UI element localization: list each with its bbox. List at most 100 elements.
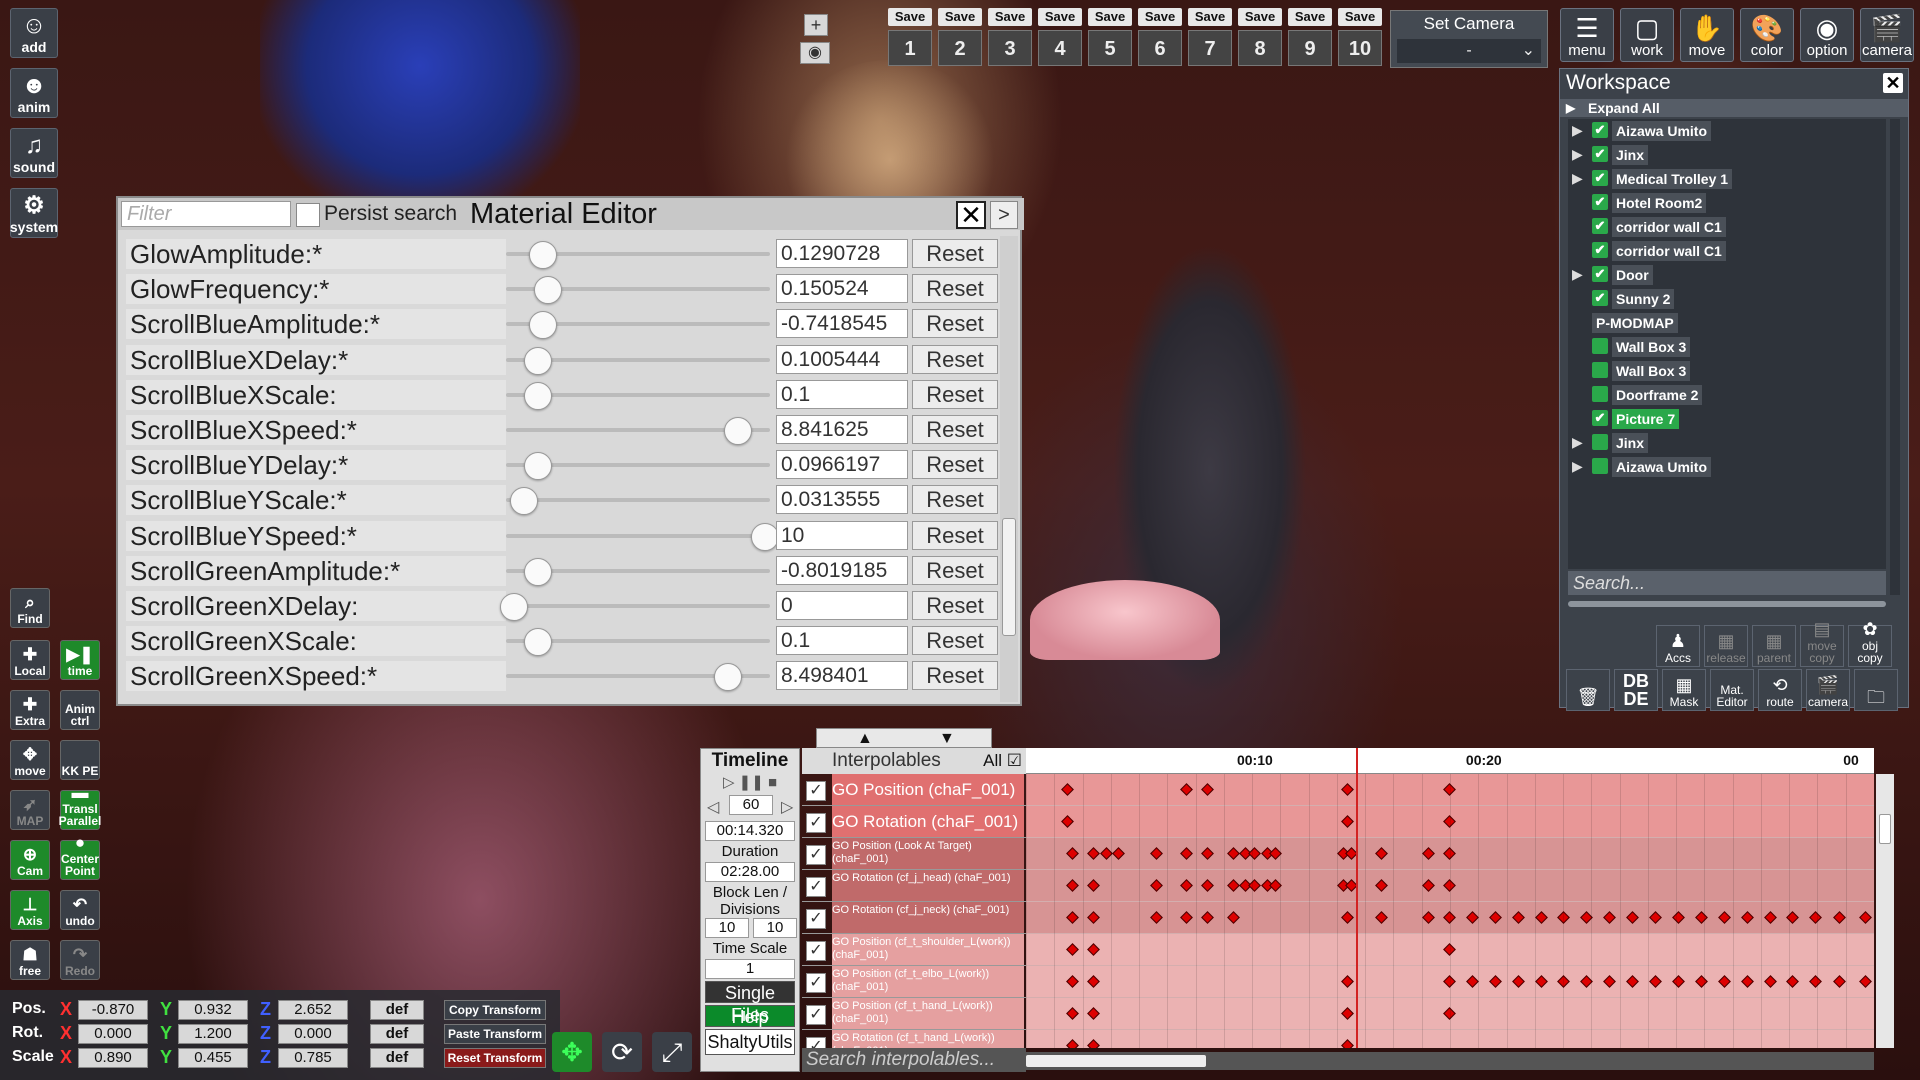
reset-transform-button[interactable]: Reset Transform: [444, 1048, 546, 1068]
workspace-tree-item[interactable]: ▶ ✔ Jinx: [1568, 143, 1886, 167]
tree-item-label[interactable]: corridor wall C1: [1612, 241, 1726, 261]
timeline-vscroll-thumb[interactable]: [1879, 814, 1891, 844]
workspace-hscrollbar[interactable]: [1568, 601, 1886, 607]
set-camera-panel[interactable]: Set Camera - ⌄: [1390, 10, 1548, 68]
visibility-checkbox[interactable]: ✔: [1592, 290, 1608, 306]
accs-button[interactable]: ♟ Accs: [1656, 625, 1700, 667]
workspace-tree-item[interactable]: ✔ Hotel Room2: [1568, 191, 1886, 215]
property-reset-button[interactable]: Reset: [912, 274, 998, 304]
mat-editor-button[interactable]: Mat. Editor: [1710, 669, 1754, 711]
tool-anim-ctrl-button[interactable]: Anim ctrl: [60, 690, 100, 730]
workspace-tree-item[interactable]: P-MODMAP: [1568, 311, 1886, 335]
single-files-button[interactable]: Single Files: [705, 981, 795, 1025]
workspace-tree-item[interactable]: ✔ Sunny 2: [1568, 287, 1886, 311]
save-button[interactable]: Save: [1338, 8, 1382, 26]
pause-icon[interactable]: ❚❚: [739, 774, 764, 791]
property-reset-button[interactable]: Reset: [912, 555, 998, 585]
tool-time-button[interactable]: ▶❚ time: [60, 640, 100, 680]
visibility-checkbox[interactable]: ✔: [1592, 266, 1608, 282]
tool-local-button[interactable]: ✚ Local: [10, 640, 50, 680]
timeline-hscroll-thumb[interactable]: [1026, 1055, 1206, 1067]
release-button[interactable]: ▦ release: [1704, 625, 1748, 667]
expand-arrow-icon[interactable]: ▶: [1572, 434, 1583, 451]
property-reset-button[interactable]: Reset: [912, 485, 998, 515]
interpolable-row[interactable]: ✓ GO Position (cf_t_shoulder_L(work)) (ch…: [802, 934, 1026, 966]
tool-undo-button[interactable]: ↶ undo: [60, 890, 100, 930]
camera-button[interactable]: 🎬 camera: [1806, 669, 1850, 711]
tool-map-button[interactable]: ➶ MAP: [10, 790, 50, 830]
paste-transform-button[interactable]: Paste Transform: [444, 1024, 546, 1044]
property-slider-track[interactable]: [506, 533, 770, 538]
tool-axis-button[interactable]: ⊥ Axis: [10, 890, 50, 930]
save-button[interactable]: Save: [1138, 8, 1182, 26]
expand-arrow-icon[interactable]: ▶: [1572, 170, 1583, 187]
tree-item-label[interactable]: Aizawa Umito: [1612, 457, 1712, 477]
tree-item-label[interactable]: Aizawa Umito: [1612, 121, 1712, 141]
top-camera-button[interactable]: 🎬 camera: [1860, 8, 1914, 62]
property-slider-knob[interactable]: [523, 381, 552, 410]
pos-z-input[interactable]: 2.652: [278, 1000, 348, 1020]
property-slider-knob[interactable]: [528, 241, 557, 269]
workspace-tree-item[interactable]: ▶ ✔ Medical Trolley 1: [1568, 167, 1886, 191]
zoom-plus-button[interactable]: +: [804, 14, 828, 36]
toolbar-system-button[interactable]: ⚙ system: [10, 188, 58, 238]
top-work-button[interactable]: ▢ work: [1620, 8, 1674, 62]
clapper-slot-icon[interactable]: 1: [888, 30, 932, 66]
interpolable-row[interactable]: ✓ GO Rotation (cf_j_head) (chaF_001): [802, 870, 1026, 902]
workspace-tree-item[interactable]: ▶ Aizawa Umito: [1568, 455, 1886, 479]
property-reset-button[interactable]: Reset: [912, 344, 998, 374]
property-slider-knob[interactable]: [534, 276, 563, 305]
visibility-checkbox[interactable]: ✔: [1592, 218, 1608, 234]
clapper-slot-icon[interactable]: 10: [1338, 30, 1382, 66]
property-slider-knob[interactable]: [528, 311, 557, 340]
tree-item-label[interactable]: Medical Trolley 1: [1612, 169, 1733, 189]
workspace-scrollbar[interactable]: [1890, 119, 1900, 595]
tree-item-label[interactable]: Picture 7: [1612, 409, 1680, 429]
toolbar-sound-button[interactable]: ♫ sound: [10, 128, 58, 178]
clapper-slot-icon[interactable]: 8: [1238, 30, 1282, 66]
property-reset-button[interactable]: Reset: [912, 626, 998, 656]
tool-center-point-button[interactable]: ● Center Point: [60, 833, 100, 880]
property-value-input[interactable]: 0.1290728: [776, 239, 908, 268]
timeline-hscrollbar[interactable]: [1026, 1052, 1874, 1070]
top-option-button[interactable]: ◉ option: [1800, 8, 1854, 62]
tree-item-label[interactable]: corridor wall C1: [1612, 217, 1726, 237]
save-button[interactable]: Save: [938, 8, 982, 26]
tree-item-label[interactable]: Door: [1612, 265, 1653, 285]
property-slider-knob[interactable]: [523, 628, 552, 657]
save-button[interactable]: Save: [988, 8, 1032, 26]
expand-all-button[interactable]: ▶ Expand All: [1560, 99, 1908, 117]
interpolable-checkbox[interactable]: ✓: [806, 909, 826, 929]
toolbar-add-button[interactable]: ☺ add: [10, 8, 58, 58]
property-reset-button[interactable]: Reset: [912, 414, 998, 444]
scale-default-button[interactable]: def: [370, 1048, 424, 1068]
tree-item-label[interactable]: Jinx: [1612, 433, 1649, 453]
property-reset-button[interactable]: Reset: [912, 379, 998, 409]
arrow-up-icon[interactable]: ▲: [857, 729, 873, 749]
interpolable-label[interactable]: GO Position (Look At Target) (chaF_001): [832, 838, 1024, 869]
visibility-checkbox[interactable]: [1592, 386, 1608, 402]
property-reset-button[interactable]: Reset: [912, 661, 998, 691]
visibility-checkbox[interactable]: ✔: [1592, 410, 1608, 426]
scale-z-input[interactable]: 0.785: [278, 1048, 348, 1068]
close-icon[interactable]: ✕: [956, 201, 986, 229]
tool-extra-button[interactable]: ✚ Extra: [10, 690, 50, 730]
save-button[interactable]: Save: [1088, 8, 1132, 26]
block-len-input[interactable]: 10: [705, 918, 749, 938]
save-slot-1[interactable]: Save 1: [888, 8, 932, 68]
tree-item-label[interactable]: Wall Box 3: [1612, 337, 1691, 357]
tree-item-label[interactable]: Sunny 2: [1612, 289, 1675, 309]
property-reset-button[interactable]: Reset: [912, 309, 998, 339]
tool-free-button[interactable]: ☗ free: [10, 940, 50, 980]
property-value-input[interactable]: 0.1005444: [776, 344, 908, 374]
property-value-input[interactable]: 0.0966197: [776, 450, 908, 480]
workspace-close-icon[interactable]: ✕: [1883, 73, 1903, 93]
pos-x-input[interactable]: -0.870: [78, 1000, 148, 1020]
clapper-slot-icon[interactable]: 9: [1288, 30, 1332, 66]
property-slider-knob[interactable]: [523, 452, 552, 481]
interpolable-row[interactable]: ✓ GO Rotation (chaF_001): [802, 806, 1026, 838]
db-de-button[interactable]: DB DE: [1614, 669, 1658, 711]
tool-redo-button[interactable]: ↷ Redo: [60, 940, 100, 980]
property-value-input[interactable]: -0.8019185: [776, 555, 908, 585]
save-button[interactable]: Save: [888, 8, 932, 26]
